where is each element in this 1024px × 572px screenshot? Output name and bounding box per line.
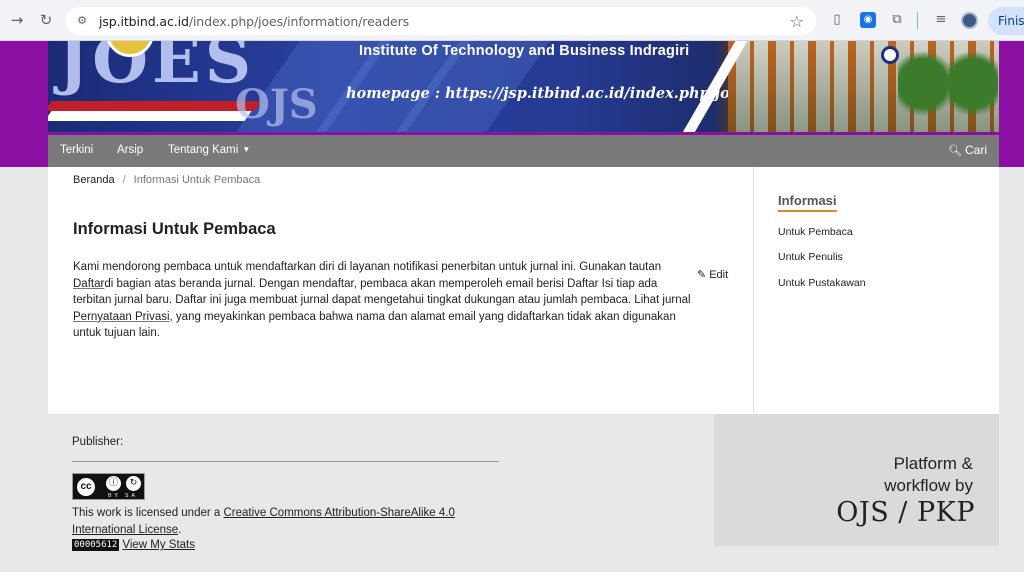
device-icon[interactable]: ▯ [829, 12, 845, 28]
cc-badge-label: BY SA [108, 493, 138, 499]
media-controls-icon[interactable]: ≡ [933, 12, 949, 28]
stats-row: 00005612 View My Stats [72, 539, 195, 551]
tree-image [898, 51, 948, 132]
privacy-statement-link[interactable]: Pernyataan Privasi [73, 311, 170, 323]
tree-image [948, 51, 998, 132]
main-content: Beranda / Informasi Untuk Pembaca Informas… [48, 167, 999, 414]
toolbar-separator [917, 12, 918, 29]
finish-button[interactable]: Finish [988, 7, 1024, 35]
main-navigation: Terkini Arsip Tentang Kami ▼ 🔍︎ Cari [48, 135, 999, 167]
journal-banner[interactable]: JOES OJS Institute Of Technology and Bus… [48, 41, 999, 132]
cc-license-badge[interactable]: cc ⓘ ↻ BY SA [72, 473, 145, 500]
nav-terkini[interactable]: Terkini [60, 144, 93, 156]
edit-link[interactable]: ✎ Edit [697, 268, 728, 281]
cc-icon: cc [75, 476, 97, 498]
sidebar-title: Informasi [778, 193, 837, 212]
sharealike-icon: ↻ [126, 476, 141, 491]
visitor-counter[interactable]: 00005612 [72, 539, 120, 551]
pencil-icon: ✎ [697, 268, 707, 281]
address-bar[interactable]: ⚙ jsp.itbind.ac.id/index.php/joes/inform… [66, 7, 816, 35]
nav-arsip[interactable]: Arsip [117, 144, 143, 156]
edit-label: Edit [709, 269, 729, 281]
search-icon: 🔍︎ [948, 144, 962, 157]
attribution-icon: ⓘ [106, 476, 121, 491]
browser-toolbar: → ↻ ⚙ jsp.itbind.ac.id/index.php/joes/in… [0, 0, 1024, 41]
ojs-watermark: OJS [235, 81, 318, 128]
page-footer: Publisher: cc ⓘ ↻ BY SA This work is lic… [0, 414, 1024, 572]
paragraph-text: di bagian atas beranda jurnal. Dengan me… [73, 277, 691, 307]
sidebar-link-pustakawan[interactable]: Untuk Pustakawan [778, 277, 866, 289]
page: JOES OJS Institute Of Technology and Bus… [0, 41, 1024, 572]
platform-line-1: Platform & [893, 454, 973, 473]
sidebar-link-pembaca[interactable]: Untuk Pembaca [778, 226, 853, 238]
search-label: Cari [964, 143, 987, 157]
journal-logo: JOES [58, 41, 256, 98]
breadcrumb: Beranda / Informasi Untuk Pembaca [73, 174, 260, 186]
profile-avatar[interactable] [961, 12, 978, 29]
university-emblem-icon [881, 46, 899, 64]
ojs-pkp-logo: OJS / PKP [836, 497, 975, 528]
homepage-text: homepage : https://jsp.itbind.ac.id/inde… [346, 85, 748, 102]
institute-name: Institute Of Technology and Business Ind… [359, 43, 690, 59]
platform-line-2: workflow by [884, 476, 973, 495]
reader-info-paragraph: Kami mendorong pembaca untuk mendaftarka… [73, 259, 693, 342]
site-settings-icon[interactable]: ⚙ [75, 14, 89, 28]
publisher-label: Publisher: [72, 436, 124, 448]
footer-divider [72, 461, 499, 462]
sidebar-link-penulis[interactable]: Untuk Penulis [778, 251, 843, 263]
extension-icon[interactable]: ◉ [860, 12, 876, 28]
license-prefix: This work is licensed under a [72, 507, 224, 519]
banner-stripe-red [48, 101, 262, 111]
search-button[interactable]: 🔍︎ Cari [948, 143, 987, 157]
bookmark-star-icon[interactable]: ☆ [790, 12, 804, 31]
nav-tentang-kami-label: Tentang Kami [168, 144, 239, 156]
banner-stripe-white [48, 111, 252, 121]
paragraph-text: Kami mendorong pembaca untuk mendaftarka… [73, 261, 662, 273]
caret-down-icon: ▼ [242, 145, 251, 154]
breadcrumb-home[interactable]: Beranda [73, 174, 115, 186]
url-text: jsp.itbind.ac.id/index.php/joes/informat… [99, 14, 410, 29]
daftar-link[interactable]: Daftar [73, 278, 104, 290]
nav-tentang-kami[interactable]: Tentang Kami ▼ [168, 144, 250, 156]
page-title: Informasi Untuk Pembaca [73, 220, 276, 238]
license-text: This work is licensed under a Creative C… [72, 505, 472, 538]
pkp-branding[interactable]: Platform & workflow by OJS / PKP [714, 414, 999, 546]
license-suffix: . [178, 523, 182, 536]
sidebar-divider [753, 167, 754, 414]
puzzle-extensions-icon[interactable]: ⧉ [889, 12, 905, 28]
reload-icon[interactable]: ↻ [37, 11, 55, 29]
forward-icon[interactable]: → [8, 11, 26, 29]
view-stats-link[interactable]: View My Stats [122, 539, 195, 551]
breadcrumb-current: Informasi Untuk Pembaca [133, 174, 261, 186]
platform-text: Platform & workflow by [884, 453, 973, 497]
breadcrumb-separator: / [122, 174, 126, 186]
